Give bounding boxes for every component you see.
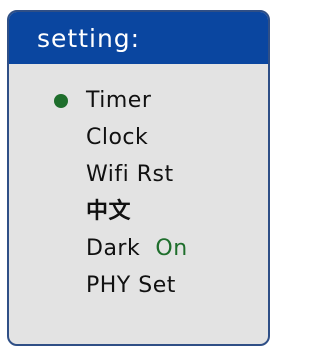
- menu-item-wifi-reset[interactable]: Wifi Rst: [9, 156, 268, 193]
- menu-item-label: PHY Set: [86, 273, 176, 298]
- settings-title: setting:: [37, 23, 141, 53]
- settings-menu: Timer Clock Wifi Rst 中文 Dark On PHY Set: [9, 82, 268, 304]
- menu-item-dark-mode[interactable]: Dark On: [9, 230, 268, 267]
- selection-dot-icon: [54, 94, 68, 108]
- menu-item-label: Wifi Rst: [86, 162, 174, 187]
- settings-panel: setting: Timer Clock Wifi Rst 中文 Dark On…: [7, 10, 270, 346]
- menu-item-clock[interactable]: Clock: [9, 119, 268, 156]
- menu-item-timer[interactable]: Timer: [9, 82, 268, 119]
- menu-item-label: Clock: [86, 125, 149, 150]
- menu-item-label: 中文: [86, 199, 132, 224]
- menu-item-label: Dark: [86, 236, 141, 261]
- settings-header: setting:: [9, 12, 268, 64]
- menu-item-language[interactable]: 中文: [9, 193, 268, 230]
- menu-item-phy-set[interactable]: PHY Set: [9, 267, 268, 304]
- menu-item-label: Timer: [86, 88, 152, 113]
- dark-mode-state: On: [155, 236, 188, 261]
